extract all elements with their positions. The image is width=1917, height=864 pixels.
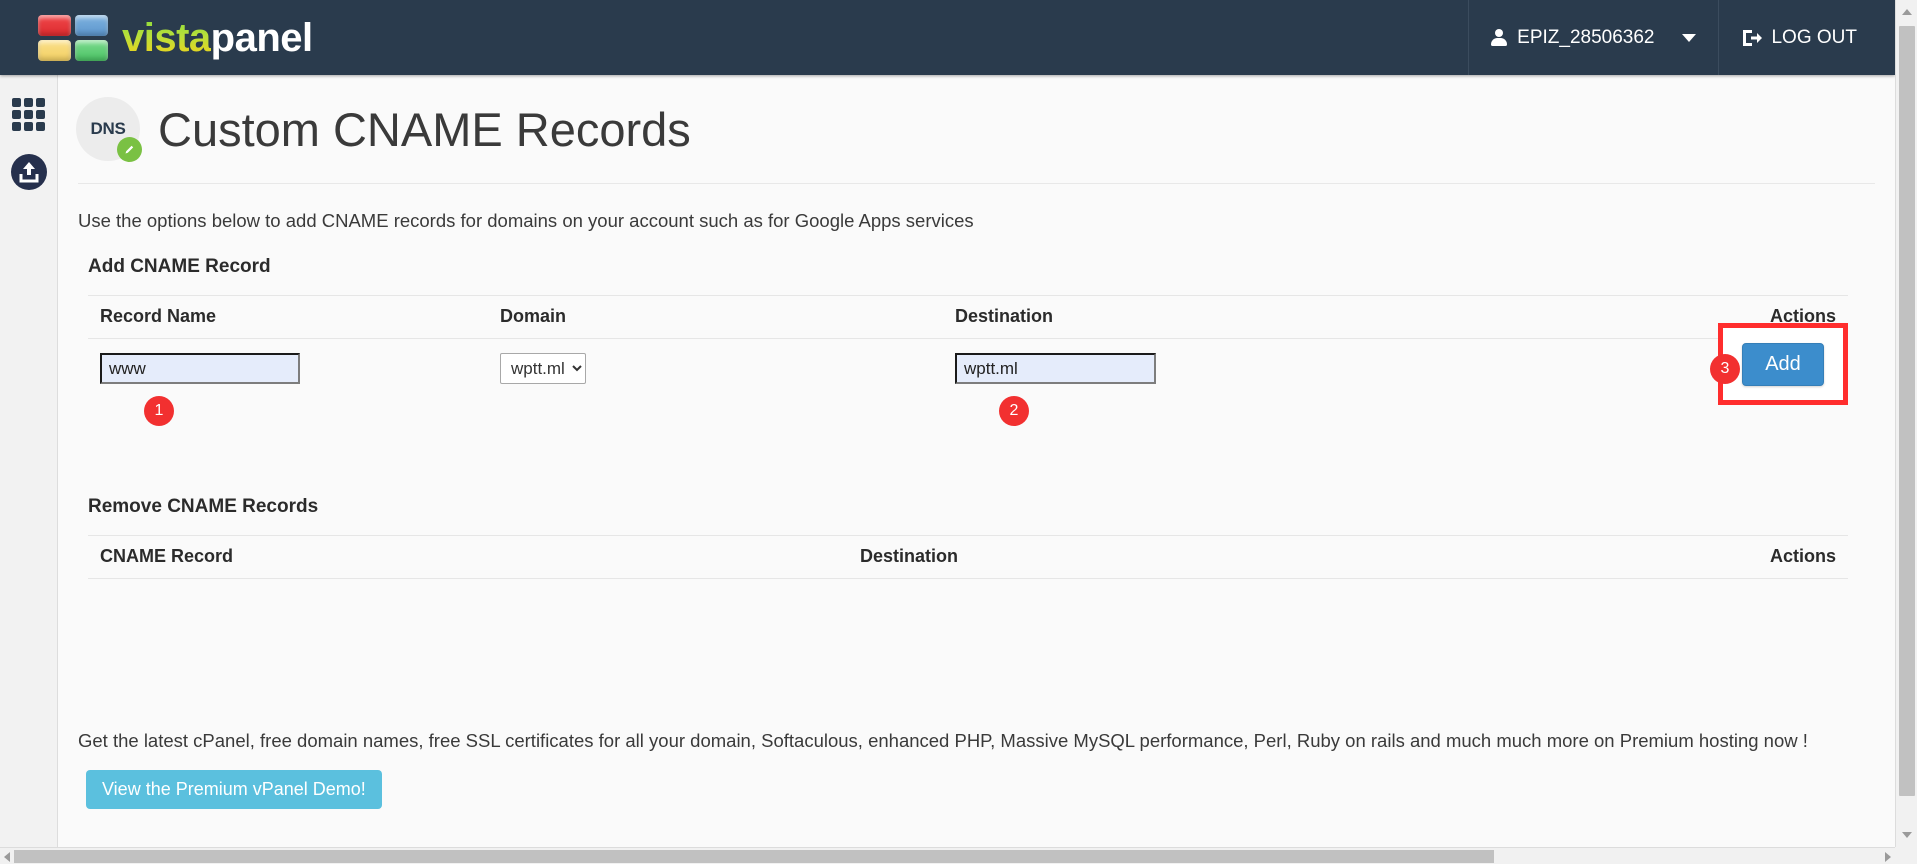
remove-cname-table: CNAME Record Destination Actions (88, 535, 1848, 579)
navbar-right-group: EPIZ_28506362 LOG OUT (1468, 0, 1895, 75)
destination-input[interactable] (955, 353, 1156, 384)
column-header-remove-destination: Destination (848, 535, 1508, 579)
edit-pencil-icon (117, 137, 142, 162)
person-icon (1491, 28, 1508, 47)
brand-vista-text: vista (122, 15, 211, 60)
annotation-badge-3: 3 (1710, 354, 1740, 384)
add-record-row: 1 wptt.ml 2 3 Add (88, 323, 1848, 441)
logo-square-red (38, 14, 71, 36)
horizontal-scrollbar-thumb[interactable] (14, 850, 1494, 863)
annotation-highlight-box: 3 Add (1710, 323, 1848, 405)
logout-label: LOG OUT (1771, 26, 1857, 48)
dns-badge-label: DNS (90, 119, 126, 138)
add-table-header-row: Record Name Domain Destination Actions (88, 295, 1848, 339)
add-button[interactable]: Add (1742, 342, 1824, 386)
logout-button[interactable]: LOG OUT (1718, 0, 1895, 75)
upload-icon (10, 154, 47, 190)
scroll-left-arrow-icon[interactable] (4, 852, 10, 862)
premium-demo-button[interactable]: View the Premium vPanel Demo! (86, 770, 382, 809)
promo-text: Get the latest cPanel, free domain names… (78, 730, 1808, 751)
apps-grid-icon (12, 97, 45, 131)
brand-wordmark: vista panel (122, 18, 313, 58)
page-header: DNS Custom CNAME Records (58, 75, 1895, 162)
scrollbar-corner (1895, 847, 1917, 864)
horizontal-scrollbar[interactable] (0, 847, 1917, 864)
top-navbar: vista panel EPIZ_28506362 LOG OUT (0, 0, 1895, 75)
record-name-input[interactable] (100, 353, 300, 384)
column-header-destination: Destination (943, 295, 1508, 339)
page-intro-text: Use the options below to add CNAME recor… (78, 210, 974, 231)
promo-banner: Get the latest cPanel, free domain names… (78, 721, 1868, 809)
browser-viewport: vista panel EPIZ_28506362 LOG OUT DNS Cu… (0, 0, 1917, 864)
main-content: DNS Custom CNAME Records Use the options… (58, 75, 1895, 864)
column-header-cname-record: CNAME Record (88, 535, 848, 579)
vertical-scrollbar-thumb[interactable] (1899, 26, 1915, 796)
brand-logo[interactable]: vista panel (0, 14, 313, 61)
domain-select[interactable]: wptt.ml (500, 353, 586, 384)
add-section-heading: Add CNAME Record (88, 256, 271, 277)
user-menu[interactable]: EPIZ_28506362 (1468, 0, 1718, 75)
sidebar-item-upload[interactable] (0, 143, 57, 201)
logo-square-green (75, 39, 108, 61)
sidebar-item-apps[interactable] (0, 85, 57, 143)
cell-domain: wptt.ml (488, 339, 943, 441)
chevron-down-icon (1682, 33, 1697, 42)
dns-icon: DNS (76, 97, 142, 162)
logout-icon (1743, 29, 1763, 46)
vertical-scrollbar[interactable] (1895, 0, 1917, 847)
annotation-badge-2: 2 (999, 396, 1029, 426)
logo-square-yellow (38, 39, 71, 61)
page-title: Custom CNAME Records (158, 102, 691, 156)
scroll-right-arrow-icon[interactable] (1885, 852, 1891, 862)
scroll-up-arrow-icon[interactable] (1902, 9, 1912, 15)
scroll-down-arrow-icon[interactable] (1902, 832, 1912, 838)
brand-panel-text: panel (210, 15, 313, 60)
annotation-badge-1: 1 (144, 396, 174, 426)
remove-section-heading: Remove CNAME Records (88, 496, 319, 517)
column-header-domain: Domain (488, 295, 943, 339)
vistapanel-logo-icon (38, 14, 108, 61)
column-header-record-name: Record Name (88, 295, 488, 339)
cell-record-name: 1 (88, 339, 488, 441)
left-rail (0, 75, 58, 864)
column-header-remove-actions: Actions (1508, 535, 1848, 579)
username-label: EPIZ_28506362 (1517, 26, 1655, 48)
cell-destination: 2 (943, 339, 1508, 441)
logo-square-blue (75, 14, 108, 36)
remove-table-header-row: CNAME Record Destination Actions (88, 535, 1848, 579)
cell-actions: 3 Add (1508, 323, 1848, 441)
add-cname-table: Record Name Domain Destination Actions 1… (88, 295, 1848, 440)
